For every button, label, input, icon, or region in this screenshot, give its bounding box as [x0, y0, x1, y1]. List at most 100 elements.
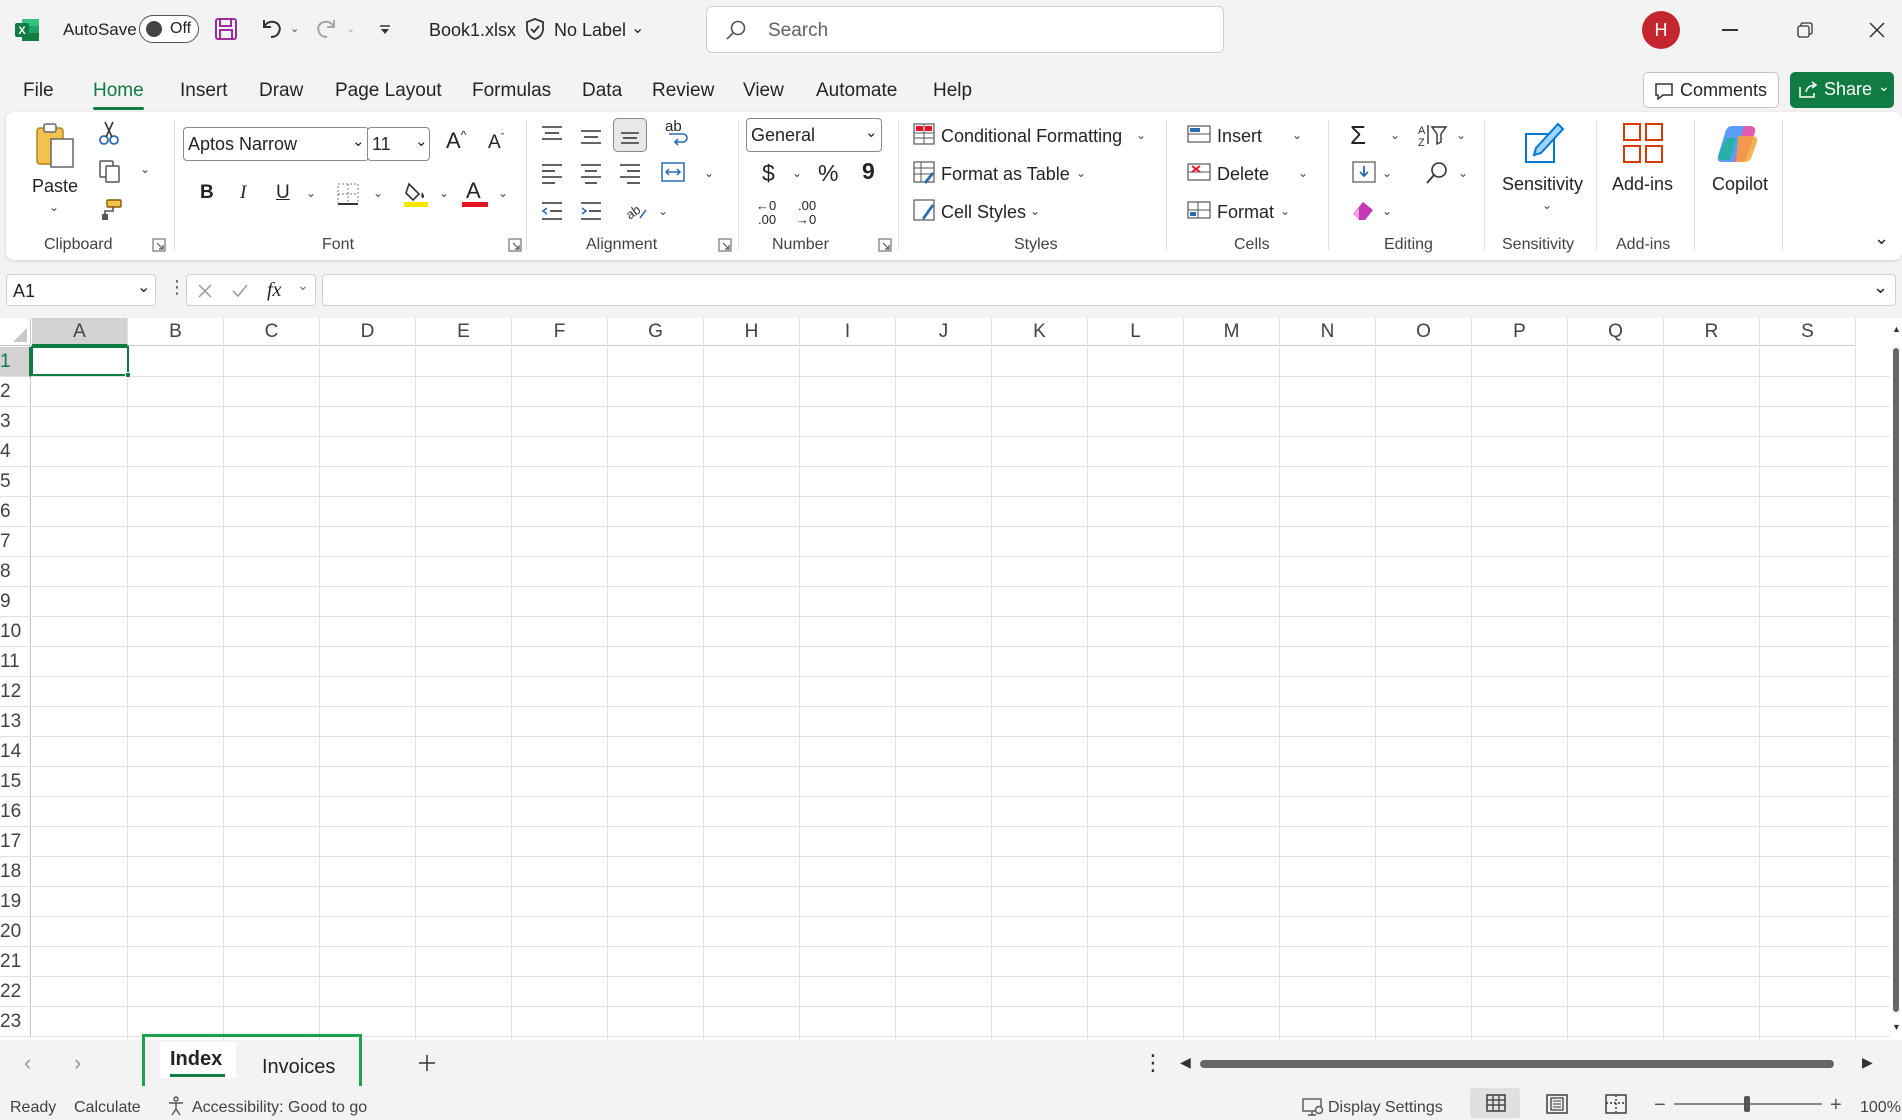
- undo-dropdown-icon[interactable]: ⌄: [290, 22, 299, 35]
- row-header-18[interactable]: 18: [0, 857, 31, 887]
- cell-styles-label[interactable]: Cell Styles: [941, 202, 1026, 223]
- sort-filter-icon[interactable]: AZ: [1418, 122, 1448, 148]
- format-cells-label[interactable]: Format: [1217, 202, 1274, 223]
- sheet-tab-index[interactable]: Index: [160, 1042, 236, 1078]
- conditional-formatting-dropdown-icon[interactable]: ⌄: [1136, 128, 1146, 142]
- row-header-9[interactable]: 9: [0, 587, 31, 617]
- tab-insert[interactable]: Insert: [180, 80, 228, 102]
- add-sheet-icon[interactable]: [418, 1054, 436, 1072]
- autosum-icon[interactable]: Σ: [1350, 120, 1366, 151]
- tab-automate[interactable]: Automate: [816, 80, 897, 102]
- zoom-slider[interactable]: [1674, 1096, 1822, 1112]
- row-header-23[interactable]: 23: [0, 1007, 31, 1037]
- column-header-b[interactable]: B: [128, 318, 224, 346]
- currency-button[interactable]: $: [762, 160, 775, 187]
- vertical-scrollbar[interactable]: ▲ ▼: [1890, 318, 1902, 1040]
- row-header-11[interactable]: 11: [0, 647, 31, 677]
- column-header-o[interactable]: O: [1376, 318, 1472, 346]
- increase-decimal-button[interactable]: ←0 .00: [754, 198, 784, 230]
- row-header-17[interactable]: 17: [0, 827, 31, 857]
- avatar[interactable]: H: [1642, 11, 1680, 49]
- row-header-5[interactable]: 5: [0, 467, 31, 497]
- comments-button[interactable]: Comments: [1643, 72, 1779, 108]
- zoom-out-icon[interactable]: −: [1654, 1094, 1666, 1117]
- shrink-font-button[interactable]: Aˇ: [488, 132, 504, 154]
- ribbon-collapse-icon[interactable]: ⌄: [1874, 228, 1889, 249]
- copilot-label[interactable]: Copilot: [1712, 174, 1768, 195]
- column-header-p[interactable]: P: [1472, 318, 1568, 346]
- file-name[interactable]: Book1.xlsx: [429, 20, 516, 41]
- align-right-icon[interactable]: [618, 162, 642, 184]
- page-layout-view-icon[interactable]: [1546, 1094, 1568, 1114]
- accessibility-icon[interactable]: [166, 1096, 186, 1116]
- delete-cells-dropdown-icon[interactable]: ⌄: [1298, 166, 1308, 180]
- fx-chevron-icon[interactable]: ⌄: [297, 277, 309, 294]
- number-launcher-icon[interactable]: [878, 238, 892, 252]
- conditional-formatting-label[interactable]: Conditional Formatting: [941, 126, 1122, 147]
- tab-formulas[interactable]: Formulas: [472, 80, 551, 102]
- zoom-level[interactable]: 100%: [1860, 1099, 1901, 1117]
- sensitivity-label[interactable]: Sensitivity: [1502, 174, 1583, 195]
- restore-icon[interactable]: [1797, 22, 1813, 38]
- row-header-10[interactable]: 10: [0, 617, 31, 647]
- sheet-next-icon[interactable]: ›: [74, 1050, 81, 1076]
- sensitivity-dropdown-icon[interactable]: ⌄: [1542, 198, 1552, 212]
- status-calculate[interactable]: Calculate: [74, 1099, 141, 1117]
- sheet-prev-icon[interactable]: ‹: [24, 1050, 31, 1076]
- sort-filter-dropdown-icon[interactable]: ⌄: [1456, 128, 1466, 142]
- add-ins-label[interactable]: Add-ins: [1612, 174, 1673, 195]
- format-as-table-dropdown-icon[interactable]: ⌄: [1076, 166, 1086, 180]
- tab-draw[interactable]: Draw: [259, 80, 303, 102]
- row-header-1[interactable]: 1: [0, 347, 31, 377]
- clear-icon[interactable]: [1351, 200, 1377, 222]
- tab-file[interactable]: File: [23, 80, 54, 102]
- zoom-slider-thumb[interactable]: [1744, 1096, 1750, 1112]
- clear-dropdown-icon[interactable]: ⌄: [1382, 204, 1392, 218]
- column-header-j[interactable]: J: [896, 318, 992, 346]
- underline-button[interactable]: U: [276, 182, 290, 204]
- number-format-select[interactable]: General ⌄: [746, 118, 882, 152]
- row-header-15[interactable]: 15: [0, 767, 31, 797]
- column-header-f[interactable]: F: [512, 318, 608, 346]
- italic-button[interactable]: I: [240, 182, 246, 204]
- sensitivity-shield-icon[interactable]: [524, 17, 546, 41]
- row-header-7[interactable]: 7: [0, 527, 31, 557]
- cell-area[interactable]: [32, 347, 1890, 1040]
- insert-cells-label[interactable]: Insert: [1217, 126, 1262, 147]
- increase-indent-icon[interactable]: [579, 200, 603, 222]
- redo-dropdown-icon[interactable]: ⌄: [346, 22, 355, 35]
- column-header-q[interactable]: Q: [1568, 318, 1664, 346]
- font-launcher-icon[interactable]: [508, 238, 522, 252]
- hscroll-right-icon[interactable]: ▶: [1862, 1054, 1873, 1071]
- insert-cells-icon[interactable]: [1186, 122, 1212, 146]
- autosave-toggle[interactable]: Off: [139, 15, 199, 43]
- row-header-4[interactable]: 4: [0, 437, 31, 467]
- grow-font-button[interactable]: A^: [446, 128, 466, 154]
- align-center-icon[interactable]: [579, 162, 603, 184]
- column-header-h[interactable]: H: [704, 318, 800, 346]
- conditional-formatting-icon[interactable]: [912, 122, 936, 146]
- confirm-entry-icon[interactable]: [231, 283, 249, 299]
- tab-page-layout[interactable]: Page Layout: [335, 80, 442, 102]
- row-header-21[interactable]: 21: [0, 947, 31, 977]
- row-header-22[interactable]: 22: [0, 977, 31, 1007]
- add-ins-icon[interactable]: [1622, 122, 1664, 164]
- align-bottom-button[interactable]: [613, 118, 647, 152]
- copy-dropdown-icon[interactable]: ⌄: [140, 162, 150, 176]
- save-icon[interactable]: [214, 17, 238, 41]
- column-header-c[interactable]: C: [224, 318, 320, 346]
- paste-dropdown-icon[interactable]: ⌄: [49, 200, 59, 214]
- fill-color-icon[interactable]: [403, 180, 429, 208]
- currency-dropdown-icon[interactable]: ⌄: [792, 166, 802, 180]
- cut-icon[interactable]: [97, 120, 121, 146]
- font-name-select[interactable]: Aptos Narrow ⌄: [183, 127, 369, 161]
- expand-formula-icon[interactable]: ⌄: [1873, 277, 1888, 298]
- tab-data[interactable]: Data: [582, 80, 622, 102]
- borders-dropdown-icon[interactable]: ⌄: [373, 186, 383, 200]
- status-display-settings[interactable]: Display Settings: [1328, 1099, 1443, 1117]
- format-as-table-icon[interactable]: [912, 160, 936, 184]
- alignment-launcher-icon[interactable]: [718, 238, 732, 252]
- search-box[interactable]: Search: [706, 6, 1224, 53]
- find-select-icon[interactable]: [1424, 160, 1450, 186]
- align-left-icon[interactable]: [540, 162, 564, 184]
